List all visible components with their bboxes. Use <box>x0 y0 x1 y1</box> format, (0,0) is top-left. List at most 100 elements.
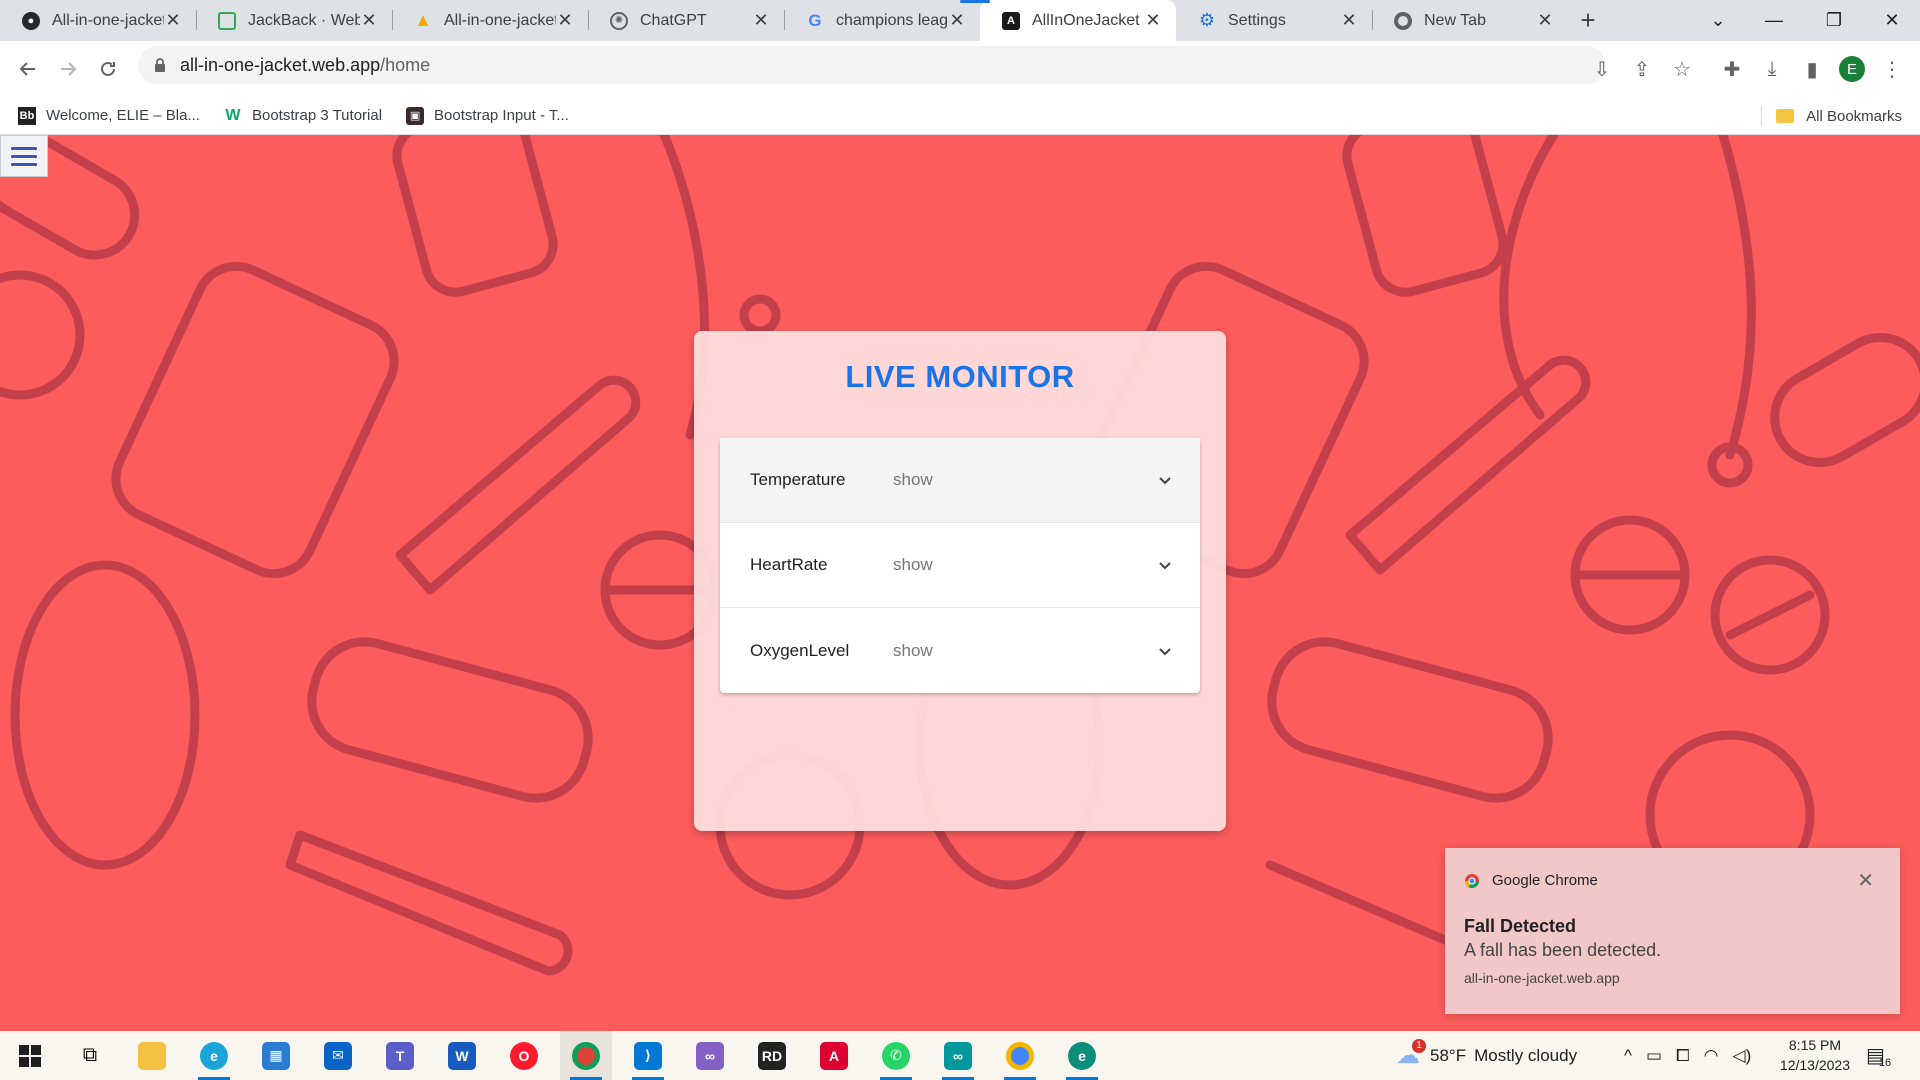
taskbar-app[interactable]: W <box>436 1031 488 1080</box>
vscode-icon: ⟩ <box>634 1041 662 1070</box>
close-tab-icon[interactable]: ✕ <box>1536 10 1554 31</box>
back-button[interactable] <box>8 49 48 89</box>
tab-title: Settings <box>1228 11 1286 29</box>
taskbar-app[interactable]: e <box>188 1031 240 1080</box>
speaker-icon[interactable]: ◁) <box>1733 1046 1752 1066</box>
all-bookmarks-button[interactable]: All Bookmarks <box>1776 97 1902 135</box>
chevron-down-icon <box>1159 562 1171 570</box>
reload-icon <box>101 61 115 76</box>
taskbar-app[interactable]: ⟩ <box>622 1031 674 1080</box>
notification-center-button[interactable]: ▤ 16 <box>1866 1031 1891 1080</box>
page-title: LIVE MONITOR <box>845 359 1075 394</box>
downloads-icon[interactable]: ⤓ <box>1752 49 1792 89</box>
panel-description: show <box>893 470 933 489</box>
close-tab-icon[interactable]: ✕ <box>752 10 770 31</box>
taskbar-app[interactable]: RD <box>746 1031 798 1080</box>
tab-title: ChatGPT <box>640 11 707 29</box>
tab-search-button[interactable]: ⌄ <box>1690 0 1746 41</box>
meet-now-icon[interactable]: ⧠ <box>1676 1046 1690 1066</box>
browser-tab[interactable]: ● All-in-one-jacket ✕ <box>0 0 196 41</box>
menu-line <box>11 162 37 166</box>
share-icon[interactable]: ⇪ <box>1622 49 1662 89</box>
close-tab-icon[interactable]: ✕ <box>1144 10 1162 31</box>
gear-icon: ⚙ <box>1198 10 1216 30</box>
side-panel-icon[interactable]: ▮ <box>1792 49 1832 89</box>
arduino-icon: ∞ <box>944 1041 972 1070</box>
all-bookmarks-label: All Bookmarks <box>1806 107 1902 125</box>
address-bar[interactable]: all-in-one-jacket.web.app/home <box>138 46 1606 84</box>
notification-body: A fall has been detected. <box>1464 940 1662 960</box>
browser-tab[interactable]: ✺ ChatGPT ✕ <box>588 0 784 41</box>
bookmark-label: Bootstrap Input - T... <box>434 107 569 124</box>
close-tab-icon[interactable]: ✕ <box>556 10 574 31</box>
window-close-button[interactable]: ✕ <box>1864 0 1920 41</box>
accordion-panel-temperature[interactable]: Temperature show <box>720 438 1200 523</box>
close-tab-icon[interactable]: ✕ <box>948 10 966 31</box>
close-tab-icon[interactable]: ✕ <box>164 10 182 31</box>
chevron-down-icon <box>1159 477 1171 485</box>
url-host: all-in-one-jacket.web.app <box>180 54 381 75</box>
install-app-icon[interactable]: ⇩ <box>1582 49 1622 89</box>
browser-toolbar: all-in-one-jacket.web.app/home ⇩ ⇪ ☆ ✚ ⤓… <box>0 41 1920 97</box>
taskbar-app[interactable] <box>560 1031 612 1080</box>
browser-tab[interactable]: G champions leagu ✕ <box>784 0 980 41</box>
chrome-notification[interactable]: Google Chrome ✕ Fall Detected A fall has… <box>1445 848 1900 1014</box>
profile-avatar[interactable]: E <box>1832 49 1872 89</box>
taskbar-app[interactable]: T <box>374 1031 426 1080</box>
taskbar-app[interactable]: ✉ <box>312 1031 364 1080</box>
reload-button[interactable] <box>88 49 128 89</box>
taskbar-app[interactable]: ∞ <box>932 1031 984 1080</box>
clock-time: 8:15 PM <box>1788 1037 1842 1053</box>
panel-description: show <box>893 555 933 574</box>
hamburger-menu-button[interactable] <box>0 135 48 177</box>
notification-title: Fall Detected <box>1464 916 1577 936</box>
rider-icon: RD <box>758 1041 786 1070</box>
taskbar-app[interactable]: O <box>498 1031 550 1080</box>
close-notification-icon[interactable]: ✕ <box>1857 868 1874 893</box>
more-menu-icon[interactable]: ⋮ <box>1872 49 1912 89</box>
wifi-icon[interactable]: ◠ <box>1704 1046 1719 1066</box>
taskbar-app[interactable]: ✆ <box>870 1031 922 1080</box>
close-tab-icon[interactable]: ✕ <box>1340 10 1358 31</box>
taskbar-app[interactable] <box>994 1031 1046 1080</box>
visual-studio-icon: ∞ <box>696 1041 724 1070</box>
start-button[interactable] <box>4 1031 56 1080</box>
browser-tab[interactable]: JackBack · Web S ✕ <box>196 0 392 41</box>
forward-button[interactable] <box>48 49 88 89</box>
bookmark-star-icon[interactable]: ☆ <box>1662 49 1702 89</box>
browser-tab[interactable]: ▲ All-in-one-jacket ✕ <box>392 0 588 41</box>
bookmark-item[interactable]: ▣ Bootstrap Input - T... <box>406 106 569 125</box>
panel-description: show <box>893 640 933 660</box>
system-tray: ^ ▭ ⧠ ◠ ◁) <box>1624 1031 1751 1080</box>
bookmark-item[interactable]: W Bootstrap 3 Tutorial <box>224 107 382 125</box>
bookmark-label: Welcome, ELIE – Bla... <box>46 107 200 124</box>
taskbar-app[interactable]: A <box>808 1031 860 1080</box>
bookmark-item[interactable]: Bb Welcome, ELIE – Bla... <box>18 106 200 125</box>
w3schools-icon: W <box>225 106 241 124</box>
lock-icon[interactable] <box>152 57 168 73</box>
browser-tab[interactable]: ⚙ Settings ✕ <box>1176 0 1372 41</box>
chevron-up-icon[interactable]: ^ <box>1624 1046 1632 1066</box>
weather-widget[interactable]: ☁ 1 58°F Mostly cloudy <box>1396 1031 1577 1080</box>
browser-tab-active[interactable]: A AllInOneJacket ✕ <box>980 0 1176 41</box>
new-tab-button[interactable]: + <box>1568 0 1608 41</box>
accordion-panel-oxygenlevel[interactable]: OxygenLevel show <box>720 608 1200 693</box>
extensions-puzzle-icon[interactable]: ✚ <box>1712 49 1752 89</box>
edge-icon: e <box>200 1041 228 1070</box>
taskbar-app[interactable]: e <box>1056 1031 1108 1080</box>
restore-button[interactable]: ❐ <box>1806 0 1862 41</box>
tab-title: JackBack · Web S <box>248 11 360 29</box>
minimize-button[interactable]: — <box>1746 0 1802 41</box>
taskbar-app[interactable]: ∞ <box>684 1031 736 1080</box>
task-view-button[interactable]: ⧉ <box>64 1031 116 1080</box>
browser-tab[interactable]: New Tab ✕ <box>1372 0 1568 41</box>
close-tab-icon[interactable]: ✕ <box>360 10 378 31</box>
taskbar-app[interactable] <box>126 1031 178 1080</box>
angular-icon: A <box>820 1041 848 1070</box>
weather-temp: 58°F <box>1430 1045 1467 1065</box>
taskbar-app[interactable]: ▦ <box>250 1031 302 1080</box>
battery-icon[interactable]: ▭ <box>1646 1046 1662 1066</box>
clock[interactable]: 8:15 PM 12/13/2023 <box>1780 1035 1850 1075</box>
github-icon: ● <box>22 11 40 30</box>
accordion-panel-heartrate[interactable]: HeartRate show <box>720 523 1200 608</box>
